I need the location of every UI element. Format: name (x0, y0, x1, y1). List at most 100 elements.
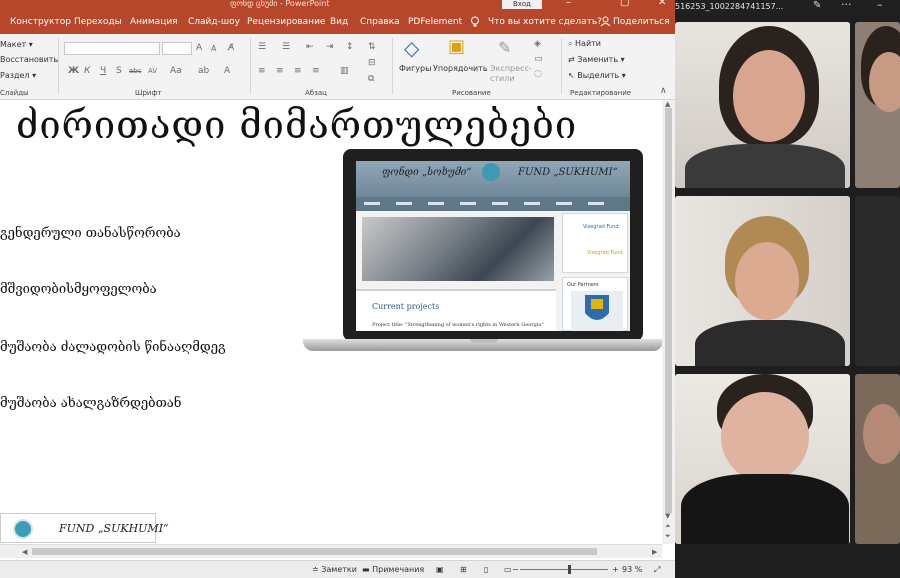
layout-button[interactable]: Макет ▾ (0, 40, 33, 49)
change-case-button[interactable]: Aa (170, 66, 182, 76)
fit-slide-icon[interactable]: ⤢ (654, 565, 660, 575)
participant-video-tile[interactable] (675, 22, 850, 188)
tab-pdfelement[interactable]: PDFelement (408, 17, 462, 27)
zoom-level[interactable]: 93 % (622, 565, 642, 574)
scroll-right-icon[interactable]: ▶ (652, 548, 657, 556)
next-slide-icon[interactable]: ⏷ (665, 532, 671, 541)
comments-button[interactable]: ▬ Примечания (362, 565, 424, 574)
align-right-icon[interactable]: ≡ (294, 66, 302, 76)
fill-icon[interactable]: ◈ (534, 39, 541, 49)
line-spacing-icon[interactable]: ↕ (346, 42, 354, 52)
tab-view[interactable]: Вид (330, 17, 348, 27)
arrange-icon[interactable]: ▣ (448, 36, 465, 57)
numbering-icon[interactable]: ☰ (282, 42, 290, 52)
tab-slideshow[interactable]: Слайд-шоу (188, 17, 240, 27)
spacing-button[interactable]: AV (148, 67, 157, 75)
font-size-field[interactable] (162, 42, 192, 55)
grow-font-icon[interactable]: A (196, 43, 202, 53)
text-direction-icon[interactable]: ⇅ (368, 42, 376, 52)
scroll-thumb[interactable] (32, 548, 597, 555)
arrange-button[interactable]: Упорядочить (433, 64, 488, 73)
meeting-id: 516253_1002284741157... (675, 2, 784, 11)
outline-icon[interactable]: ▭ (534, 54, 543, 64)
nav-item (492, 202, 508, 205)
italic-button[interactable]: К (84, 66, 90, 76)
tab-help[interactable]: Справка (360, 17, 400, 27)
shrink-font-icon[interactable]: A (211, 44, 216, 53)
vertical-scrollbar[interactable]: ▲ ▼ ⏶ ⏷ (662, 100, 675, 544)
clear-format-icon[interactable]: A̸ (228, 43, 234, 53)
shadow-button[interactable]: S (116, 66, 122, 76)
highlight-icon[interactable]: ab (198, 66, 209, 76)
find-button[interactable]: ⌕ Найти (568, 39, 601, 49)
participant-video-tile[interactable] (855, 196, 900, 366)
smartart-icon[interactable]: ⧉ (368, 74, 374, 84)
bullet-item[interactable]: გენდერული თანასწორობა (0, 226, 181, 241)
scroll-thumb[interactable] (665, 108, 672, 513)
reset-button[interactable]: Восстановить (0, 55, 58, 64)
bullets-icon[interactable]: ☰ (258, 42, 266, 52)
prev-slide-icon[interactable]: ⏶ (665, 522, 671, 531)
zoom-slider-handle[interactable] (568, 565, 571, 574)
horizontal-scrollbar[interactable]: ◀ ▶ (0, 544, 662, 558)
slideshow-view-icon[interactable]: ▭ (504, 565, 512, 574)
font-color-icon[interactable]: A (224, 66, 230, 76)
bullet-item[interactable]: მშვიდობისმყოფელობა (0, 282, 157, 297)
site-logo-english: FUND „SUKHUMI“ (518, 167, 618, 178)
slide-sorter-icon[interactable]: ⊞ (460, 565, 467, 574)
align-text-icon[interactable]: ⊟ (368, 58, 376, 68)
section-button[interactable]: Раздел ▾ (0, 71, 36, 80)
scroll-down-icon[interactable]: ▼ (665, 512, 670, 520)
columns-icon[interactable]: ▥ (340, 66, 349, 76)
bullet-item[interactable]: მუშაობა ახალგაზრდებთან (0, 396, 181, 411)
slide-title[interactable]: ძირითადი მიმართულებები (16, 103, 577, 147)
zoom-slider[interactable] (520, 569, 608, 570)
participant-video-tile[interactable] (855, 374, 900, 544)
underline-button[interactable]: Ч (100, 66, 106, 76)
shapes-icon[interactable]: ◇ (404, 36, 419, 60)
participant-video-tile[interactable] (675, 196, 850, 366)
participant-video-tile[interactable] (675, 374, 850, 544)
tab-review[interactable]: Рецензирование (247, 17, 325, 27)
share-button[interactable]: Поделиться (613, 17, 670, 27)
reading-view-icon[interactable]: ▯ (484, 565, 488, 574)
scroll-left-icon[interactable]: ◀ (22, 548, 27, 556)
fund-logo[interactable]: FUND „SUKHUMI“ (0, 513, 169, 543)
participant-video-tile[interactable] (855, 22, 900, 188)
align-left-icon[interactable]: ≡ (258, 66, 266, 76)
maximize-button[interactable]: ▢ (620, 0, 629, 8)
align-center-icon[interactable]: ≡ (276, 66, 284, 76)
bullet-item[interactable]: მუშაობა ძალადობის წინააღმდეგ (0, 340, 226, 355)
select-button[interactable]: ↖ Выделить ▾ (568, 71, 626, 80)
minimize-icon[interactable]: – (877, 0, 883, 11)
minimize-button[interactable]: – (566, 0, 571, 8)
tab-transitions[interactable]: Переходы (74, 17, 122, 27)
font-name-field[interactable] (64, 42, 160, 55)
close-button[interactable]: ✕ (658, 0, 666, 8)
tab-animations[interactable]: Анимация (130, 17, 178, 27)
participant-body (695, 320, 845, 366)
share-icon (600, 16, 611, 30)
zoom-out-icon[interactable]: − (512, 565, 519, 574)
collapse-ribbon-icon[interactable]: ∧ (660, 86, 667, 96)
quick-styles-icon[interactable]: ✎ (498, 38, 511, 57)
indent-icon[interactable]: ⇤ (306, 42, 314, 52)
zoom-in-icon[interactable]: + (612, 565, 619, 574)
bold-button[interactable]: Ж (68, 66, 79, 76)
signin-button[interactable]: Вход (502, 0, 542, 9)
effects-icon[interactable]: ◌ (534, 69, 542, 79)
tell-me-search[interactable]: Что вы хотите сделать? (488, 17, 602, 27)
scroll-up-icon[interactable]: ▲ (665, 100, 670, 108)
more-options-icon[interactable]: ··· (841, 0, 852, 11)
edit-icon[interactable]: ✎ (813, 0, 821, 11)
justify-icon[interactable]: ≡ (312, 66, 320, 76)
participant-face (733, 50, 805, 142)
quick-styles-button[interactable]: Экспресс-стили (490, 64, 532, 84)
normal-view-icon[interactable]: ▣ (436, 565, 444, 574)
tab-design[interactable]: Конструктор (10, 17, 71, 27)
outdent-icon[interactable]: ⇥ (326, 42, 334, 52)
notes-button[interactable]: ≐ Заметки (312, 565, 357, 574)
strikethrough-button[interactable]: abc (129, 67, 142, 75)
shapes-button[interactable]: Фигуры (399, 64, 431, 73)
replace-button[interactable]: ⇄ Заменить ▾ (568, 55, 625, 64)
